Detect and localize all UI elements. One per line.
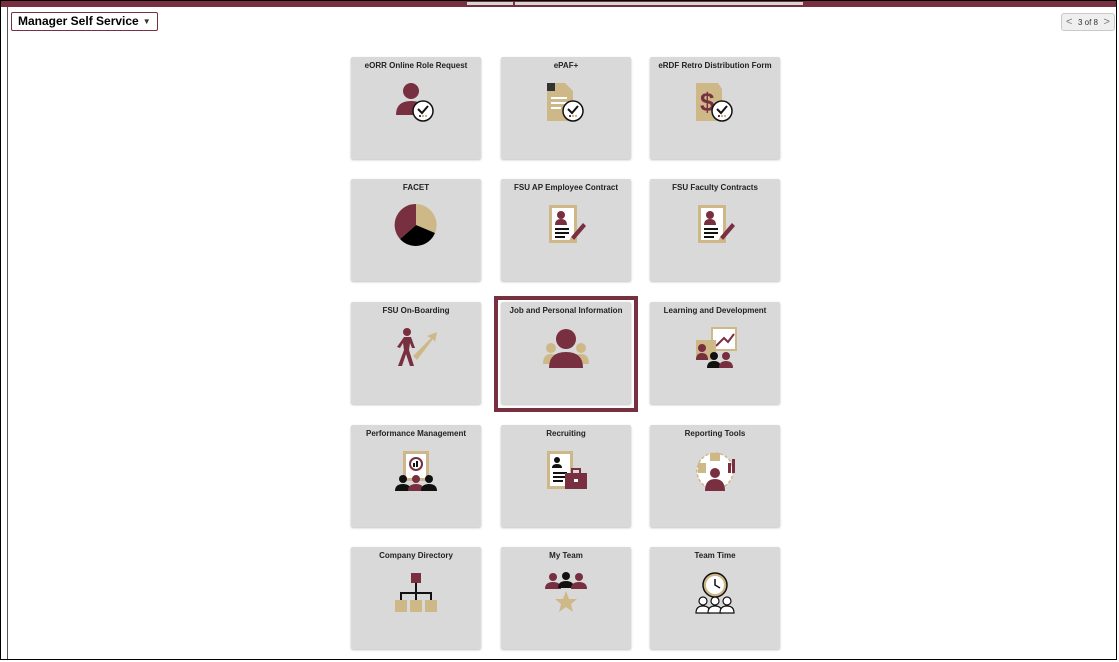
tile-my-team[interactable]: My Team (501, 547, 631, 649)
tile-reporting-tools[interactable]: Reporting Tools (650, 425, 780, 527)
tile-erdf-retro-distribution-form[interactable]: eRDF Retro Distribution Form $ (650, 57, 780, 159)
tile-grid: eORR Online Role Request ePAF+ eRDF Retr… (1, 1, 1116, 659)
team-clock-icon (695, 572, 735, 614)
tile-title: FSU AP Employee Contract (513, 183, 619, 192)
tile-title: Company Directory (379, 551, 453, 560)
contract-document-icon (698, 205, 735, 243)
tile-title: FACET (402, 183, 430, 192)
tile-title: ePAF+ (553, 61, 579, 70)
team-star-icon (545, 572, 587, 612)
presentation-board-icon (696, 327, 737, 368)
walking-person-arrow-icon (397, 328, 437, 366)
page-frame: Manager Self Service ▼ < 3 of 8 > eORR O… (0, 0, 1117, 660)
pie-chart-icon (394, 203, 437, 246)
tile-title: Team Time (694, 551, 736, 560)
document-checkmark-icon (547, 83, 584, 122)
tile-eorr-online-role-request[interactable]: eORR Online Role Request (351, 57, 481, 159)
tile-recruiting[interactable]: Recruiting (501, 425, 631, 527)
tile-title: FSU On-Boarding (382, 306, 450, 315)
performance-review-icon (395, 451, 437, 491)
tile-fsu-ap-employee-contract[interactable]: FSU AP Employee Contract (501, 179, 631, 281)
tile-epaf[interactable]: ePAF+ (501, 57, 631, 159)
person-reports-icon (696, 452, 735, 491)
tile-performance-management[interactable]: Performance Management (351, 425, 481, 527)
tile-title: Learning and Development (663, 306, 767, 315)
tile-learning-and-development[interactable]: Learning and Development (650, 302, 780, 404)
tile-title: Recruiting (546, 429, 586, 438)
tile-facet[interactable]: FACET (351, 179, 481, 281)
resume-briefcase-icon (547, 451, 587, 489)
org-chart-icon (395, 573, 437, 612)
tile-title: Performance Management (365, 429, 467, 438)
tile-title: eRDF Retro Distribution Form (658, 61, 772, 70)
tile-title: eORR Online Role Request (364, 61, 468, 70)
tile-title: Reporting Tools (684, 429, 746, 438)
contract-document-icon (549, 205, 586, 243)
tile-title: FSU Faculty Contracts (672, 183, 758, 192)
highlight-box (494, 296, 638, 412)
tile-fsu-on-boarding[interactable]: FSU On-Boarding (351, 302, 481, 404)
tile-team-time[interactable]: Team Time (650, 547, 780, 649)
person-checkmark-icon (396, 83, 434, 122)
tile-company-directory[interactable]: Company Directory (351, 547, 481, 649)
tile-fsu-faculty-contracts[interactable]: FSU Faculty Contracts (650, 179, 780, 281)
tile-title: My Team (549, 551, 583, 560)
dollar-document-checkmark-icon: $ (696, 83, 733, 122)
